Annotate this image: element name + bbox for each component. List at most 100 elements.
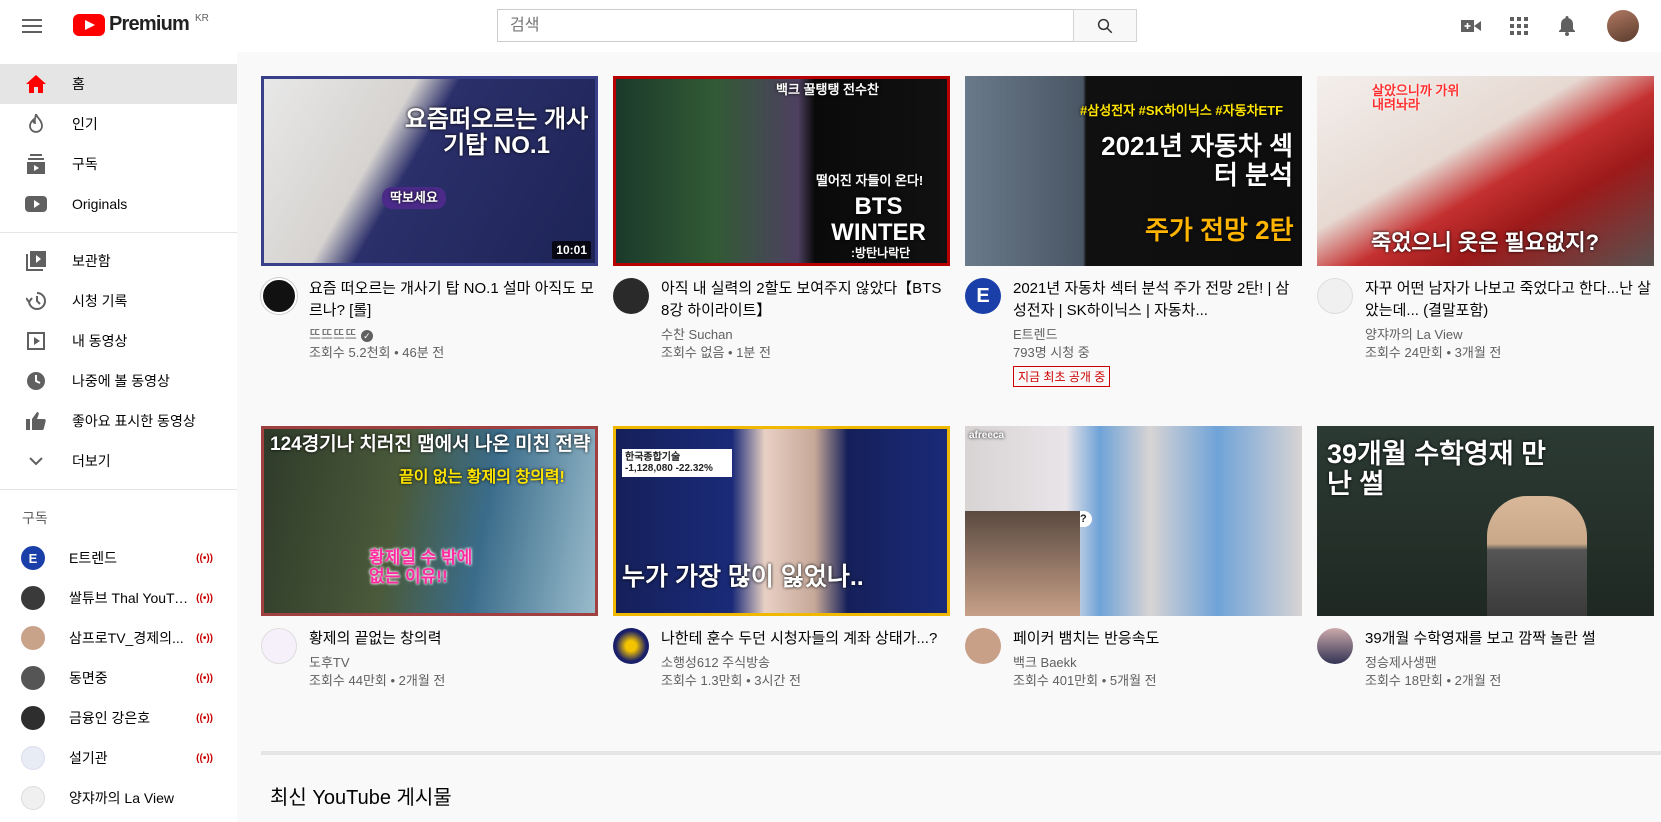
video-card[interactable]: 백크 꿀탱탱 전수찬 떨어진 자들이 온다! BTS WINTER :방탄나락단…	[613, 76, 950, 362]
channel-avatar[interactable]	[613, 628, 649, 664]
video-grid: 요즘떠오르는 개사기탑 NO.1 딱보세요 10:01 요즘 떠오르는 개사기 …	[237, 52, 1661, 822]
video-title[interactable]: 39개월 수학영재를 보고 깜짝 놀란 썰	[1365, 628, 1654, 650]
channel-name[interactable]: 정승제사생팬	[1365, 654, 1654, 672]
sidebar-item-home[interactable]: 홈	[0, 64, 237, 104]
my-videos-icon	[24, 329, 48, 353]
channel-avatar[interactable]	[261, 278, 297, 314]
video-thumbnail[interactable]: 한국종합기술 -1,128,080 -22.32% 누가 가장 많이 잃었나..	[613, 426, 950, 616]
sidebar-item-liked-videos[interactable]: 좋아요 표시한 동영상	[0, 401, 237, 441]
user-avatar[interactable]	[1607, 10, 1639, 42]
subscription-item[interactable]: 동면중 ((•))	[0, 658, 237, 698]
video-thumbnail[interactable]: #삼성전자 #SK하이닉스 #자동차ETF 2021년 자동차 섹터 분석 주가…	[965, 76, 1302, 266]
thumbs-up-icon	[24, 409, 48, 433]
sidebar-item-label: Originals	[72, 196, 128, 212]
video-card[interactable]: 한국종합기술 -1,128,080 -22.32% 누가 가장 많이 잃었나..…	[613, 426, 950, 690]
channel-avatar[interactable]	[1317, 278, 1353, 314]
thumbnail-sub-caption: 끝이 없는 황제의 창의력!	[399, 469, 565, 486]
video-card[interactable]: 39개월 수학영재 만난 썰 39개월 수학영재를 보고 깜짝 놀란 썰 정승제…	[1317, 426, 1654, 690]
sidebar-item-watch-later[interactable]: 나중에 볼 동영상	[0, 361, 237, 401]
channel-name[interactable]: E트렌드	[1013, 326, 1302, 344]
subscription-item[interactable]: 금융인 강은호 ((•))	[0, 698, 237, 738]
channel-avatar[interactable]	[261, 628, 297, 664]
youtube-premium-logo[interactable]: Premium KR	[73, 13, 209, 36]
subscription-item[interactable]: E E트렌드 ((•))	[0, 538, 237, 578]
subscription-name: 동면중	[69, 670, 108, 686]
video-title[interactable]: 아직 내 실력의 2할도 보여주지 않았다【BTS 8강 하이라이트】	[661, 278, 950, 322]
video-thumbnail[interactable]: 요즘떠오르는 개사기탑 NO.1 딱보세요 10:01	[261, 76, 598, 266]
channel-name[interactable]: 소행성612 주식방송	[661, 654, 950, 672]
search-input[interactable]	[497, 9, 1073, 42]
video-card[interactable]: 살았으니까 가위 내려놔라 죽었으니 옷은 필요없지? 자꾸 어떤 남자가 나보…	[1317, 76, 1654, 362]
thumbnail-caption: 누가 가장 많이 잃었나..	[622, 563, 864, 591]
subscription-item[interactable]: 양쟈까의 La View	[0, 778, 237, 818]
video-thumbnail[interactable]: 백크 꿀탱탱 전수찬 떨어진 자들이 온다! BTS WINTER :방탄나락단	[613, 76, 950, 266]
sidebar-item-originals[interactable]: Originals	[0, 184, 237, 224]
subscription-item[interactable]: 삼프로TV_경제의... ((•))	[0, 618, 237, 658]
video-title[interactable]: 자꾸 어떤 남자가 나보고 죽었다고 한다...난 살았는데... (결말포함)	[1365, 278, 1654, 322]
channel-avatar[interactable]	[1317, 628, 1353, 664]
create-video-icon[interactable]	[1459, 14, 1483, 38]
search-icon	[1097, 18, 1113, 33]
channel-avatar	[21, 786, 45, 810]
verified-badge-icon: ✓	[360, 329, 373, 342]
video-title[interactable]: 요즘 떠오르는 개사기 탑 NO.1 설마 아직도 모르나? [롤]	[309, 278, 598, 322]
live-broadcast-icon: ((•))	[196, 672, 213, 684]
sidebar-item-label: 나중에 볼 동영상	[72, 373, 170, 389]
video-title[interactable]: 황제의 끝없는 창의력	[309, 628, 598, 650]
video-title[interactable]: 2021년 자동차 섹터 분석 주가 전망 2탄! | 삼성전자 | SK하이닉…	[1013, 278, 1302, 322]
apps-grid-icon[interactable]	[1507, 14, 1531, 38]
webcam-overlay	[965, 511, 1080, 616]
sidebar-item-label: 홈	[72, 76, 85, 92]
thumbnail-caption: 124경기나 치러진 맵에서 나온 미친 전략	[270, 434, 591, 455]
subscription-item[interactable]: 쌀튜브 Thal YouTu... ((•))	[0, 578, 237, 618]
sidebar-item-label: 더보기	[72, 453, 111, 469]
video-thumbnail[interactable]: 124경기나 치러진 맵에서 나온 미친 전략 끝이 없는 황제의 창의력! 황…	[261, 426, 598, 616]
section-divider	[261, 751, 1661, 755]
video-thumbnail[interactable]: afreeca 아름 뭐해~?	[965, 426, 1302, 616]
subscriptions-icon	[24, 152, 48, 176]
channel-avatar[interactable]	[965, 628, 1001, 664]
sidebar-item-show-more[interactable]: 더보기	[0, 441, 237, 481]
subscription-item[interactable]: 설기관 ((•))	[0, 738, 237, 778]
video-card[interactable]: #삼성전자 #SK하이닉스 #자동차ETF 2021년 자동차 섹터 분석 주가…	[965, 76, 1302, 387]
thumbnail-caption: 죽었으니 옷은 필요없지?	[1370, 230, 1600, 255]
live-broadcast-icon: ((•))	[196, 712, 213, 724]
search-button[interactable]	[1073, 9, 1137, 42]
video-title[interactable]: 나한테 훈수 두던 시청자들의 계좌 상태가...?	[661, 628, 950, 650]
channel-name[interactable]: 뜨뜨뜨뜨 ✓	[309, 326, 598, 344]
video-thumbnail[interactable]: 살았으니까 가위 내려놔라 죽었으니 옷은 필요없지?	[1317, 76, 1654, 266]
flame-icon	[24, 112, 48, 136]
sidebar-item-library[interactable]: 보관함	[0, 241, 237, 281]
video-stats: 조회수 18만회 • 2개월 전	[1365, 673, 1502, 688]
thumbnail-caption: 39개월 수학영재 만난 썰	[1327, 439, 1546, 499]
video-stats: 793명 시청 중	[1013, 345, 1090, 360]
subscriptions-heading: 구독	[22, 510, 48, 526]
video-title[interactable]: 페이커 뱀치는 반응속도	[1013, 628, 1302, 650]
video-card[interactable]: afreeca 아름 뭐해~? 페이커 뱀치는 반응속도 백크 Baekk 조회…	[965, 426, 1302, 690]
subscription-name: E트렌드	[69, 550, 117, 566]
video-thumbnail[interactable]: 39개월 수학영재 만난 썰	[1317, 426, 1654, 616]
library-icon	[24, 249, 48, 273]
channel-name[interactable]: 도후TV	[309, 654, 598, 672]
region-label: KR	[195, 13, 209, 24]
chevron-down-icon	[24, 449, 48, 473]
hamburger-menu-icon[interactable]	[20, 14, 44, 38]
sidebar-item-subscriptions[interactable]: 구독	[0, 144, 237, 184]
channel-name[interactable]: 수찬 Suchan	[661, 326, 950, 344]
notifications-bell-icon[interactable]	[1555, 14, 1579, 38]
live-broadcast-icon: ((•))	[196, 592, 213, 604]
sidebar-item-history[interactable]: 시청 기록	[0, 281, 237, 321]
channel-avatar[interactable]	[613, 278, 649, 314]
video-card[interactable]: 요즘떠오르는 개사기탑 NO.1 딱보세요 10:01 요즘 떠오르는 개사기 …	[261, 76, 598, 362]
channel-name[interactable]: 백크 Baekk	[1013, 654, 1302, 672]
sidebar: 홈 인기 구독 Originals 보관함 시청 기록 내 동영상 나중에 볼 …	[0, 52, 237, 822]
video-card[interactable]: 124경기나 치러진 맵에서 나온 미친 전략 끝이 없는 황제의 창의력! 황…	[261, 426, 598, 690]
subscription-name: 금융인 강은호	[69, 710, 151, 726]
subscription-name: 삼프로TV_경제의...	[69, 630, 184, 646]
sidebar-item-trending[interactable]: 인기	[0, 104, 237, 144]
video-duration: 10:01	[552, 241, 591, 259]
sidebar-item-my-videos[interactable]: 내 동영상	[0, 321, 237, 361]
channel-avatar[interactable]: E	[965, 278, 1001, 314]
thumbnail-caption: BTS WINTER	[831, 193, 926, 247]
channel-name[interactable]: 양쟈까의 La View	[1365, 326, 1654, 344]
